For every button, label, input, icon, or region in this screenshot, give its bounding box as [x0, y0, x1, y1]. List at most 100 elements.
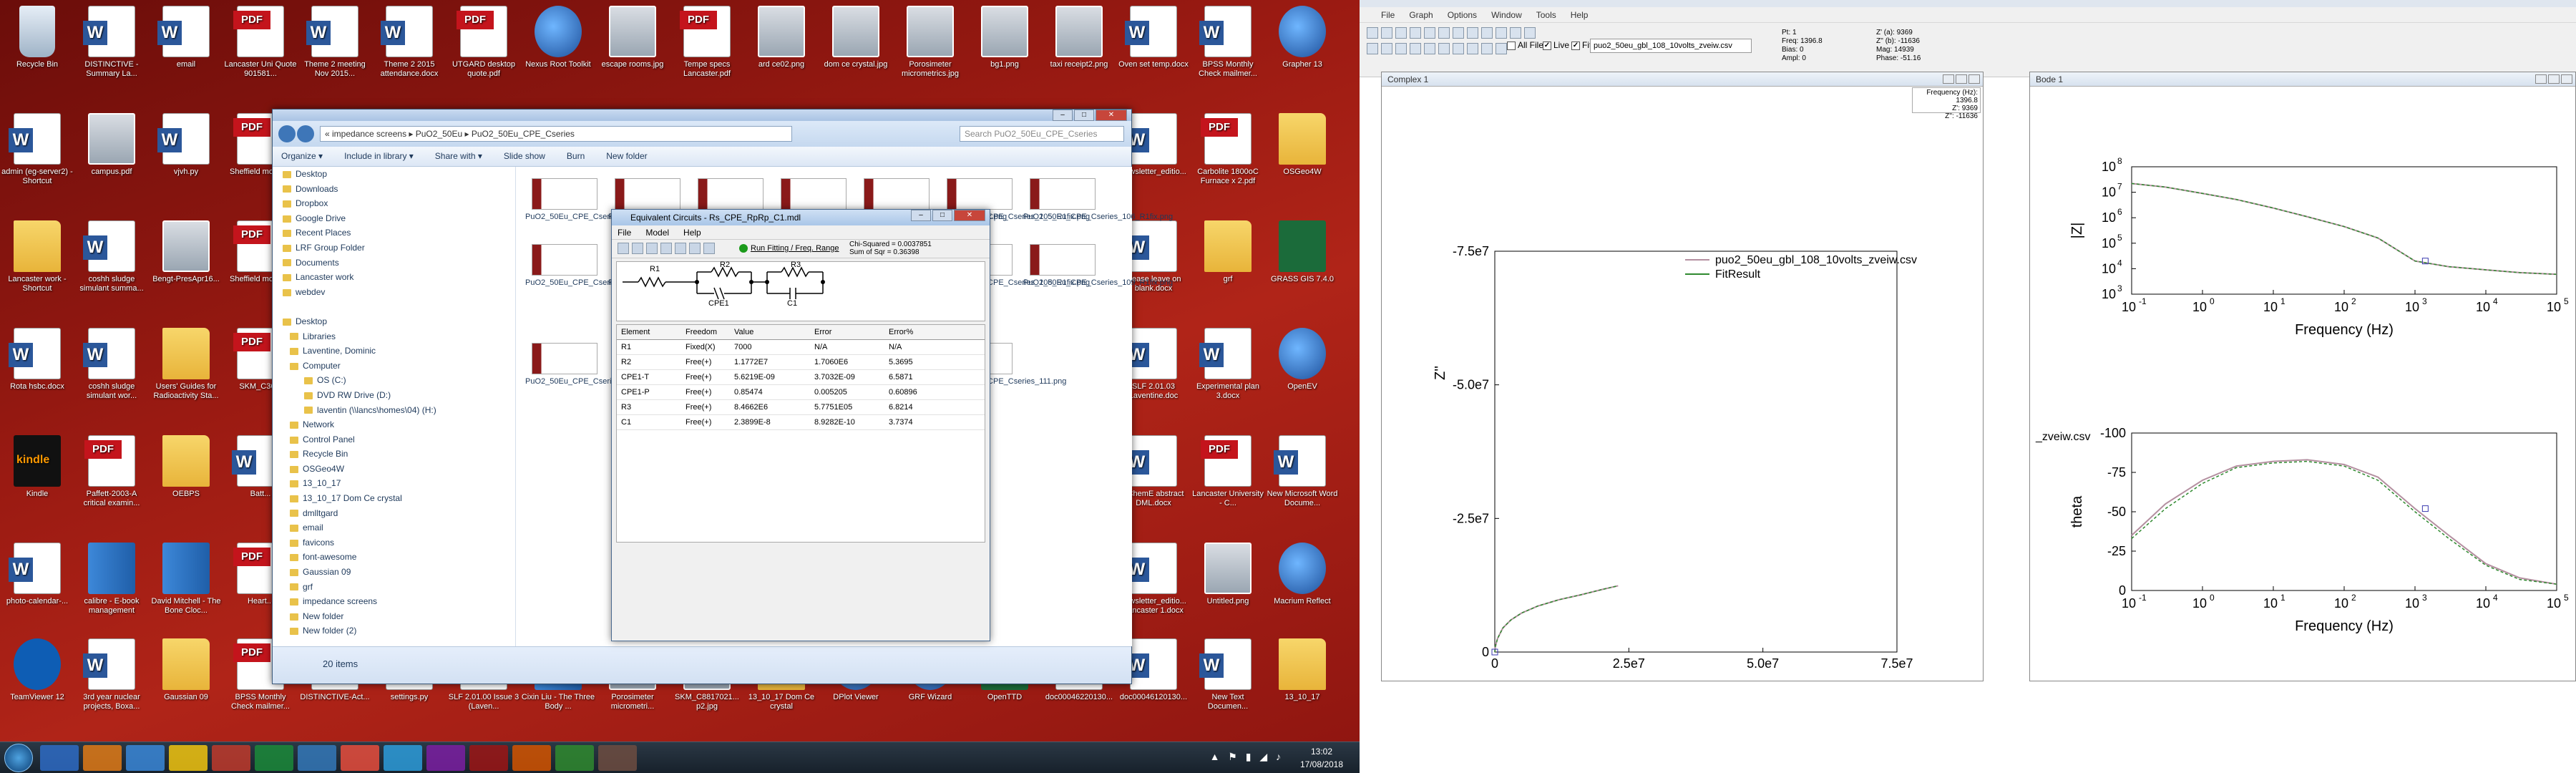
desktop-icon[interactable]: Bengt-PresApr16...: [149, 215, 223, 312]
nav-item[interactable]: Libraries: [273, 329, 515, 344]
table-cell[interactable]: 2.3899E-8: [730, 415, 810, 429]
back-icon[interactable]: [278, 125, 296, 142]
new-icon[interactable]: [618, 243, 629, 254]
bode-max-button[interactable]: [2548, 74, 2560, 84]
taskbar-app-icon[interactable]: [298, 745, 336, 771]
desktop-icon[interactable]: OpenEV: [1265, 322, 1340, 419]
nav-item[interactable]: 13_10_17: [273, 476, 515, 491]
desktop-icon[interactable]: Theme 2 2015 attendance.docx: [372, 0, 447, 97]
nav-item[interactable]: Documents: [273, 256, 515, 271]
table-cell[interactable]: 7000: [730, 340, 810, 354]
cmd-2[interactable]: Share with ▾: [435, 151, 482, 161]
desktop-icon[interactable]: grf: [1191, 215, 1265, 312]
table-cell[interactable]: 5.6219E-09: [730, 370, 810, 384]
toolbar-button-icon[interactable]: [1367, 43, 1378, 54]
toolbar-button-icon[interactable]: [1424, 27, 1435, 39]
checkbox-0[interactable]: All Files: [1507, 40, 1548, 50]
nav-item[interactable]: Dropbox: [273, 196, 515, 211]
toolbar-button-icon[interactable]: [1395, 43, 1407, 54]
desktop-icon[interactable]: photo-calendar-...: [0, 537, 74, 634]
desktop-icon[interactable]: Oven set temp.docx: [1116, 0, 1191, 97]
desktop-icon[interactable]: campus.pdf: [74, 107, 149, 205]
checkbox-icon[interactable]: ✓: [1543, 41, 1551, 50]
file-selector[interactable]: puo2_50eu_gbl_108_10volts_zveiw.csv: [1590, 39, 1752, 53]
desktop-icon[interactable]: Carbolite 1800oC Furnace x 2.pdf: [1191, 107, 1265, 205]
nav-item[interactable]: email: [273, 520, 515, 535]
file-thumbnail[interactable]: PuO2_50Eu_CPE_Cseries_104.png: [525, 241, 653, 320]
bode-close-button[interactable]: [2561, 74, 2572, 84]
cmd-1[interactable]: Include in library ▾: [344, 151, 414, 161]
taskbar-app-icon[interactable]: [341, 745, 379, 771]
nav-item[interactable]: Desktop: [273, 167, 515, 182]
paste-icon[interactable]: [703, 243, 715, 254]
table-row[interactable]: CPE1-T Free(+) 5.6219E-09 3.7032E-09 6.5871: [617, 370, 985, 385]
table-row[interactable]: CPE1-P Free(+) 0.85474 0.005205 0.60896: [617, 385, 985, 400]
desktop-icon[interactable]: TeamViewer 12: [0, 633, 74, 730]
desktop-icon[interactable]: GRASS GIS 7.4.0: [1265, 215, 1340, 312]
desktop-icon[interactable]: 3rd year nuclear projects, Boxa...: [74, 633, 149, 730]
toolbar-button-icon[interactable]: [1481, 27, 1493, 39]
desktop-icon[interactable]: Grapher 13: [1265, 0, 1340, 97]
zview-menu-2[interactable]: Options: [1448, 10, 1477, 20]
search-input[interactable]: Search PuO2_50Eu_CPE_Cseries: [960, 126, 1124, 142]
desktop-icon[interactable]: 13_10_17: [1265, 633, 1340, 730]
desktop-icon[interactable]: UTGARD desktop quote.pdf: [447, 0, 521, 97]
table-row[interactable]: R3 Free(+) 8.4662E6 5.7751E05 6.8214: [617, 400, 985, 415]
table-cell[interactable]: 0.85474: [730, 385, 810, 399]
taskbar-app-icon[interactable]: [255, 745, 293, 771]
toolbar-button-icon[interactable]: [1438, 43, 1450, 54]
nav-item[interactable]: impedance screens: [273, 594, 515, 609]
nav-item[interactable]: Control Panel: [273, 432, 515, 447]
taskbar-app-icon[interactable]: [83, 745, 122, 771]
taskbar-app-icon[interactable]: [126, 745, 165, 771]
clock[interactable]: 13:02 17/08/2018: [1289, 745, 1354, 771]
zview-menu-1[interactable]: Graph: [1409, 10, 1433, 20]
equivalent-circuits-window[interactable]: Equivalent Circuits - Rs_CPE_RpRp_C1.mdl…: [611, 209, 990, 641]
desktop-icon[interactable]: Untitled.png: [1191, 537, 1265, 634]
nav-item[interactable]: OSGeo4W: [273, 462, 515, 477]
complex-plot-pane[interactable]: Complex 1 0 2.5e7 5.0e7 7.5e7 -7.5e7 -5.0e7 -2…: [1381, 72, 1984, 699]
selected-point-marker[interactable]: [2421, 505, 2429, 512]
pane-close-button[interactable]: [1968, 74, 1980, 84]
toolbar-button-icon[interactable]: [1496, 27, 1507, 39]
explorer-titlebar[interactable]: – □ ✕: [273, 110, 1131, 121]
toolbar-button-icon[interactable]: [1453, 43, 1464, 54]
desktop-icon[interactable]: ard ce02.png: [744, 0, 819, 97]
zview-menu-3[interactable]: Window: [1491, 10, 1522, 20]
toolbar-button-icon[interactable]: [1410, 43, 1421, 54]
nav-item[interactable]: Recent Places: [273, 225, 515, 240]
desktop-icon[interactable]: calibre - E-book management: [74, 537, 149, 634]
desktop-icon[interactable]: Tempe specs Lancaster.pdf: [670, 0, 744, 97]
desktop-icon[interactable]: Recycle Bin: [0, 0, 74, 97]
checkbox-1[interactable]: ✓ Live: [1543, 40, 1569, 50]
desktop-icon[interactable]: David Mitchell - The Bone Cloc...: [149, 537, 223, 634]
nav-item[interactable]: webdev: [273, 285, 515, 300]
desktop-icon[interactable]: OSGeo4W: [1265, 107, 1340, 205]
desktop-icon[interactable]: OEBPS: [149, 429, 223, 527]
complex-plot[interactable]: 02.5e75.0e77.5e7-7.5e7-5.0e7-2.5e70Z'Z''…: [1382, 87, 1983, 699]
desktop-icon[interactable]: Paffett-2003-A critical examin...: [74, 429, 149, 527]
nav-item[interactable]: font-awesome: [273, 550, 515, 565]
toolbar-button-icon[interactable]: [1467, 27, 1478, 39]
desktop-icon[interactable]: coshh sludge simulant summa...: [74, 215, 149, 312]
desktop-icon[interactable]: escape rooms.jpg: [595, 0, 670, 97]
checkbox-icon[interactable]: [1507, 41, 1516, 50]
desktop-icon[interactable]: Nexus Root Toolkit: [521, 0, 595, 97]
desktop-icon[interactable]: Users' Guides for Radioactivity Sta...: [149, 322, 223, 419]
desktop-icon[interactable]: Porosimeter micrometrics.jpg: [893, 0, 967, 97]
desktop-icon[interactable]: dom ce crystal.jpg: [819, 0, 893, 97]
nav-item[interactable]: dmlltgard: [273, 506, 515, 521]
ec-close-button[interactable]: ✕: [954, 210, 985, 221]
desktop-icon[interactable]: DISTINCTIVE - Summary La...: [74, 0, 149, 97]
zview-titlebar[interactable]: [1360, 0, 2576, 7]
taskbar-app-icon[interactable]: [40, 745, 79, 771]
taskbar-app-icon[interactable]: [555, 745, 594, 771]
taskbar-app-icon[interactable]: [212, 745, 250, 771]
toolbar-button-icon[interactable]: [1367, 27, 1378, 39]
cmd-3[interactable]: Slide show: [504, 151, 545, 161]
nav-item[interactable]: Downloads: [273, 182, 515, 197]
nav-item[interactable]: grf: [273, 580, 515, 595]
copy-icon[interactable]: [689, 243, 701, 254]
desktop-icon[interactable]: Kindle: [0, 429, 74, 527]
nav-item[interactable]: Computer: [273, 359, 515, 374]
